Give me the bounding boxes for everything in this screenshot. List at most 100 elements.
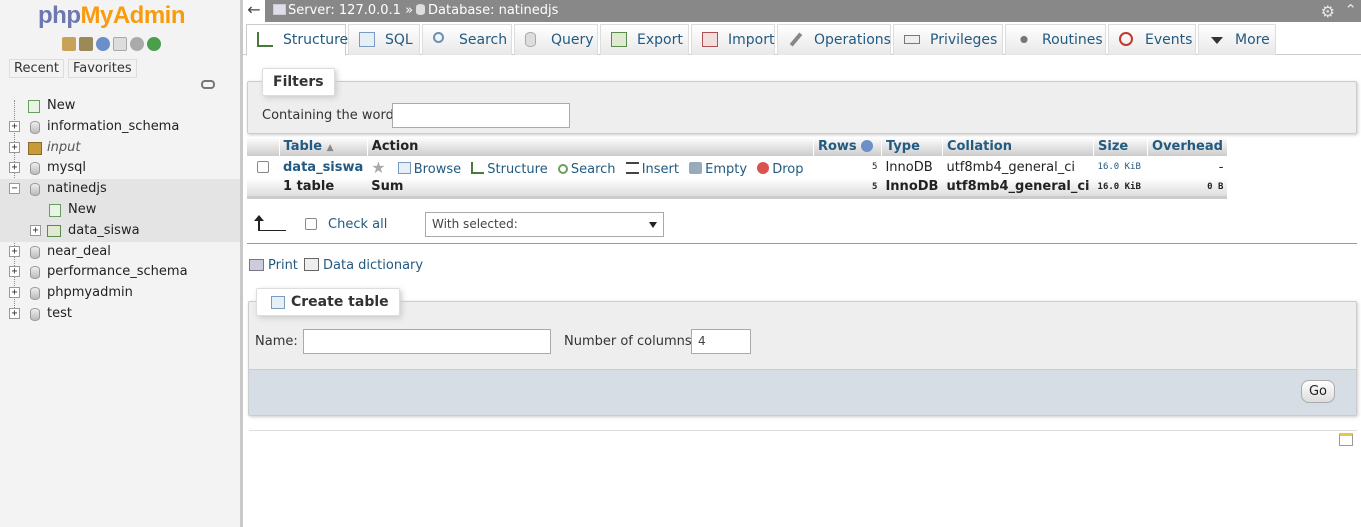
wrench-icon (789, 32, 803, 47)
insert-action[interactable]: Insert (625, 161, 679, 177)
col-header-collation[interactable]: Collation (942, 137, 1095, 156)
empty-action[interactable]: Empty (689, 161, 747, 177)
docs-icon[interactable] (113, 37, 127, 51)
search-action[interactable]: Search (557, 162, 616, 177)
go-button[interactable]: Go (1301, 380, 1335, 403)
export-icon (611, 32, 627, 47)
check-all-label[interactable]: Check all (328, 217, 387, 232)
row-size[interactable]: 16.0 KiB (1093, 156, 1148, 178)
structure-action[interactable]: Structure (471, 161, 548, 177)
expand-icon[interactable]: + (30, 224, 41, 236)
drop-action[interactable]: Drop (757, 161, 803, 177)
query-icon (525, 32, 536, 47)
tab-privileges[interactable]: Privileges (893, 24, 1003, 55)
tab-import[interactable]: Import (691, 24, 775, 55)
bottom-separator (249, 430, 1357, 431)
tree-item-test[interactable]: + test (0, 304, 240, 325)
expand-icon[interactable]: + (9, 162, 20, 174)
tab-more[interactable]: More (1198, 24, 1276, 55)
table-name-input[interactable] (303, 329, 551, 354)
columns-input[interactable]: 4 (691, 329, 751, 354)
tree-item-information-schema[interactable]: + information_schema (0, 117, 240, 138)
input-db-icon (28, 141, 42, 155)
favorites-tab[interactable]: Favorites (67, 59, 137, 78)
caret-down-icon (1211, 37, 1223, 44)
collapse-icon[interactable]: − (9, 183, 20, 195)
tab-query[interactable]: Query (514, 24, 598, 55)
expand-icon[interactable]: + (9, 141, 20, 153)
breadcrumb-database[interactable]: Database: natinedjs (428, 3, 558, 18)
tab-sql[interactable]: SQL (348, 24, 420, 55)
help-icon[interactable] (861, 140, 874, 152)
row-checkbox[interactable] (257, 160, 269, 173)
logout-icon[interactable] (79, 37, 93, 51)
database-icon (30, 120, 40, 134)
console-icon[interactable] (1339, 433, 1353, 446)
table-icon (47, 224, 61, 237)
col-header-size[interactable]: Size (1093, 137, 1149, 156)
recent-favorites-tabs: Recent Favorites (9, 59, 137, 78)
filter-input[interactable] (392, 103, 570, 128)
col-header-type[interactable]: Type (881, 137, 943, 156)
with-selected-select[interactable]: With selected: (425, 212, 664, 237)
table-name-link[interactable]: data_siswa (283, 160, 363, 175)
database-tree: New + information_schema + input + mysql… (0, 96, 240, 325)
tree-item-natinedjs[interactable]: − natinedjs (0, 179, 240, 200)
table-summary-row: 1 table Sum 5 InnoDB utf8mb4_general_ci … (247, 178, 1228, 199)
tree-item-performance-schema[interactable]: + performance_schema (0, 262, 240, 283)
database-icon (30, 245, 40, 259)
sort-asc-icon: ▲ (326, 143, 334, 153)
tables-list: Table ▲ Action Rows Type Collation Size … (247, 137, 1228, 199)
tree-item-near-deal[interactable]: + near_deal (0, 242, 240, 263)
sum-size: 16.0 KiB (1093, 178, 1148, 199)
tab-export[interactable]: Export (600, 24, 689, 55)
row-overhead: - (1147, 156, 1228, 178)
tree-item-new[interactable]: New (0, 96, 240, 117)
expand-icon[interactable]: + (9, 120, 20, 132)
expand-icon[interactable]: + (9, 266, 20, 278)
data-dictionary-link[interactable]: Data dictionary (304, 258, 423, 273)
phpmyadmin-logo[interactable]: phpMyAdmin (38, 2, 185, 30)
gear-icon[interactable]: ⚙ (1321, 1, 1335, 22)
browse-icon (397, 161, 411, 174)
nav-resizer[interactable] (240, 0, 243, 527)
home-icon[interactable] (62, 37, 76, 51)
tree-item-natinedjs-new[interactable]: New (0, 199, 240, 221)
tab-structure[interactable]: Structure (246, 24, 348, 56)
create-table-footer (249, 369, 1356, 415)
tab-search[interactable]: Search (422, 24, 512, 55)
expand-icon[interactable]: + (9, 307, 20, 319)
tree-item-phpmyadmin[interactable]: + phpmyadmin (0, 283, 240, 304)
help-icon[interactable] (96, 37, 110, 51)
settings-icon[interactable] (130, 37, 144, 51)
link-with-main-panel-icon[interactable] (201, 80, 215, 89)
expand-icon[interactable]: + (9, 245, 20, 257)
print-icon (249, 259, 264, 271)
nav-icon-bar (62, 37, 161, 51)
favorite-star-icon[interactable]: ★ (371, 158, 385, 177)
reload-icon[interactable] (147, 37, 161, 51)
tab-routines[interactable]: Routines (1005, 24, 1106, 55)
collapse-icon[interactable]: ⌃ (1344, 0, 1357, 21)
row-count: 5 (813, 156, 882, 178)
recent-tab[interactable]: Recent (9, 59, 64, 78)
main-menu: Structure SQL Search Query Export Import… (243, 22, 1361, 56)
tab-events[interactable]: Events (1108, 24, 1196, 55)
tree-item-input[interactable]: + input (0, 138, 240, 159)
check-all-checkbox[interactable] (305, 218, 317, 230)
browse-action[interactable]: Browse (397, 161, 461, 177)
expand-icon[interactable]: + (9, 287, 20, 299)
database-icon (30, 162, 40, 176)
collapse-nav-arrow-icon[interactable]: ← (243, 0, 265, 22)
tree-item-data-siswa[interactable]: + data_siswa (0, 220, 240, 242)
print-link[interactable]: Print (249, 258, 298, 273)
structure-icon (257, 32, 273, 47)
tree-item-mysql[interactable]: + mysql (0, 158, 240, 179)
new-icon (49, 203, 61, 217)
col-header-table[interactable]: Table ▲ (279, 137, 368, 156)
col-header-overhead[interactable]: Overhead (1147, 137, 1228, 156)
col-header-rows[interactable]: Rows (813, 137, 882, 156)
tab-operations[interactable]: Operations (777, 24, 891, 55)
breadcrumb-server[interactable]: Server: 127.0.0.1 (288, 3, 401, 18)
database-icon (30, 287, 40, 301)
